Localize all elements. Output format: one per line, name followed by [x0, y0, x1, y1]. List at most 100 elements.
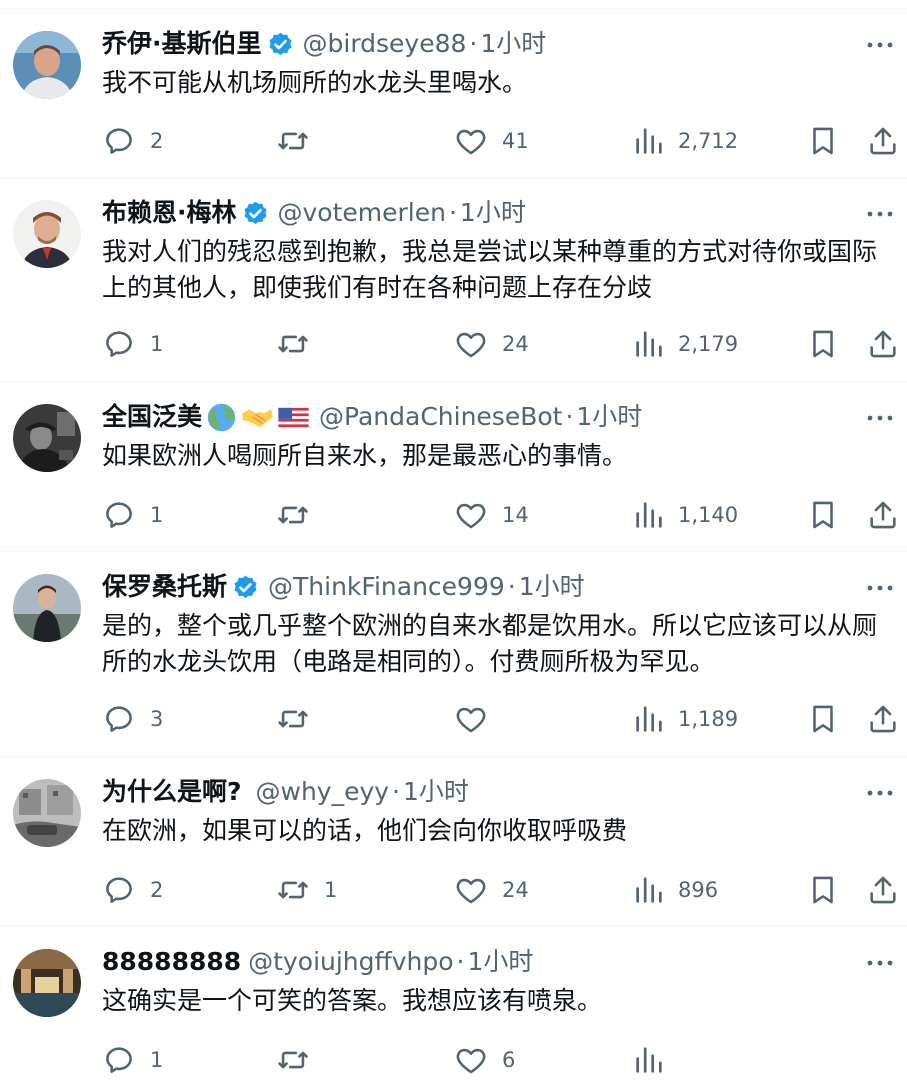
- tweet-text: 在欧洲，如果可以的话，他们会向你收取呼吸费: [102, 816, 628, 845]
- bookmark-button[interactable]: [806, 495, 840, 535]
- reply-tweet[interactable]: 布赖恩·梅林 @votemerlen · 1小时 我对人们的残忍感到抱歉，我总是…: [0, 178, 907, 382]
- share-button[interactable]: [866, 121, 900, 161]
- more-options-icon[interactable]: [865, 576, 895, 600]
- heart-icon: [454, 124, 488, 158]
- bookmark-icon: [806, 124, 840, 158]
- display-name[interactable]: 乔伊·基斯伯里: [102, 27, 262, 61]
- heart-icon: [454, 873, 488, 907]
- bookmark-button[interactable]: [806, 324, 840, 364]
- like-button[interactable]: [454, 699, 502, 739]
- like-count: 24: [502, 878, 529, 902]
- user-handle[interactable]: @votemerlen: [278, 196, 446, 230]
- like-button[interactable]: 24: [454, 324, 529, 364]
- views-chart-icon: [632, 873, 666, 907]
- timestamp[interactable]: 1小时: [576, 400, 642, 434]
- heart-icon: [454, 1043, 488, 1077]
- retweet-count: 1: [324, 878, 338, 902]
- views-button[interactable]: [632, 1040, 678, 1080]
- reply-button[interactable]: 2: [102, 870, 163, 910]
- more-options-icon[interactable]: [865, 202, 895, 226]
- display-name[interactable]: 为什么是啊?: [102, 775, 242, 809]
- like-count: 6: [502, 1048, 516, 1072]
- timestamp[interactable]: 1小时: [480, 27, 546, 61]
- user-handle[interactable]: @why_eyy: [256, 775, 390, 809]
- avatar[interactable]: [13, 200, 81, 268]
- retweet-icon: [276, 873, 310, 907]
- action-bar: 3 1,189: [102, 699, 902, 739]
- share-button[interactable]: [866, 699, 900, 739]
- like-button[interactable]: 41: [454, 121, 529, 161]
- reply-tweet[interactable]: 保罗桑托斯 @ThinkFinance999 · 1小时 是的，整个或几乎整个欧…: [0, 552, 907, 757]
- avatar[interactable]: [13, 31, 81, 99]
- reply-count: 1: [150, 1048, 164, 1072]
- more-options-icon[interactable]: [865, 951, 895, 975]
- share-button[interactable]: [866, 495, 900, 535]
- tweet-text: 我不可能从机场厕所的水龙头里喝水。: [102, 68, 528, 97]
- share-button[interactable]: [866, 324, 900, 364]
- reply-tweet[interactable]: 乔伊·基斯伯里 @birdseye88 · 1小时 我不可能从机场厕所的水龙头里…: [0, 8, 907, 178]
- reply-button[interactable]: 1: [102, 324, 163, 364]
- display-name[interactable]: 保罗桑托斯: [102, 570, 227, 604]
- display-name[interactable]: 全国泛美: [102, 400, 202, 434]
- heart-icon: [454, 702, 488, 736]
- reply-button[interactable]: 1: [102, 495, 163, 535]
- reply-button[interactable]: 2: [102, 121, 163, 161]
- like-button[interactable]: 6: [454, 1040, 515, 1080]
- retweet-button[interactable]: [276, 495, 324, 535]
- avatar[interactable]: [13, 949, 81, 1017]
- more-options-icon[interactable]: [865, 33, 895, 57]
- more-options-icon[interactable]: [865, 406, 895, 430]
- us-flag-emoji: [277, 401, 310, 434]
- avatar[interactable]: [13, 404, 81, 472]
- share-icon: [866, 124, 900, 158]
- like-button[interactable]: 14: [454, 495, 529, 535]
- reply-tweet[interactable]: 为什么是啊? @why_eyy · 1小时 在欧洲，如果可以的话，他们会向你收取…: [0, 757, 907, 927]
- views-button[interactable]: 896: [632, 870, 718, 910]
- bookmark-button[interactable]: [806, 121, 840, 161]
- user-handle[interactable]: @tyoiujhgffvhpo: [248, 945, 453, 979]
- views-button[interactable]: 1,189: [632, 699, 738, 739]
- views-chart-icon: [632, 702, 666, 736]
- share-button[interactable]: [866, 870, 900, 910]
- share-icon: [866, 873, 900, 907]
- like-count: 24: [502, 332, 529, 356]
- timestamp[interactable]: 1小时: [519, 570, 585, 604]
- retweet-button[interactable]: [276, 121, 324, 161]
- reply-button[interactable]: 1: [102, 1040, 163, 1080]
- more-options-icon[interactable]: [865, 781, 895, 805]
- user-handle[interactable]: @ThinkFinance999: [268, 570, 505, 604]
- tweet-text: 我对人们的残忍感到抱歉，我总是尝试以某种尊重的方式对待你或国际上的其他人，即使我…: [102, 237, 878, 302]
- views-button[interactable]: 2,712: [632, 121, 738, 161]
- views-button[interactable]: 1,140: [632, 495, 738, 535]
- share-icon: [866, 702, 900, 736]
- retweet-button[interactable]: [276, 699, 324, 739]
- share-icon: [866, 327, 900, 361]
- tweet-header: 保罗桑托斯 @ThinkFinance999 · 1小时: [102, 570, 585, 604]
- timestamp[interactable]: 1小时: [468, 945, 534, 979]
- bookmark-icon: [806, 702, 840, 736]
- user-handle[interactable]: @birdseye88: [303, 27, 467, 61]
- avatar[interactable]: [13, 574, 81, 642]
- retweet-button[interactable]: [276, 324, 324, 364]
- bookmark-button[interactable]: [806, 699, 840, 739]
- reply-count: 3: [150, 707, 164, 731]
- bookmark-button[interactable]: [806, 870, 840, 910]
- tweet-text: 如果欧洲人喝厕所自来水，那是最恶心的事情。: [102, 441, 628, 470]
- separator-dot: ·: [507, 572, 516, 601]
- like-count: 14: [502, 503, 529, 527]
- display-name[interactable]: 布赖恩·梅林: [102, 196, 237, 230]
- retweet-button[interactable]: 1: [276, 870, 337, 910]
- reply-icon: [102, 1043, 136, 1077]
- display-name[interactable]: 88888888: [102, 945, 241, 979]
- retweet-button[interactable]: [276, 1040, 324, 1080]
- reply-tweet[interactable]: 全国泛美 @PandaChineseBot · 1小时 如果欧洲人喝厕所自来水，…: [0, 382, 907, 552]
- avatar[interactable]: [13, 779, 81, 847]
- timestamp[interactable]: 1小时: [403, 775, 469, 809]
- reply-icon: [102, 498, 136, 532]
- timestamp[interactable]: 1小时: [460, 196, 526, 230]
- views-button[interactable]: 2,179: [632, 324, 738, 364]
- like-button[interactable]: 24: [454, 870, 529, 910]
- user-handle[interactable]: @PandaChineseBot: [319, 400, 562, 434]
- reply-tweet[interactable]: 88888888 @tyoiujhgffvhpo · 1小时 这确实是一个可笑的…: [0, 927, 907, 1080]
- reply-button[interactable]: 3: [102, 699, 163, 739]
